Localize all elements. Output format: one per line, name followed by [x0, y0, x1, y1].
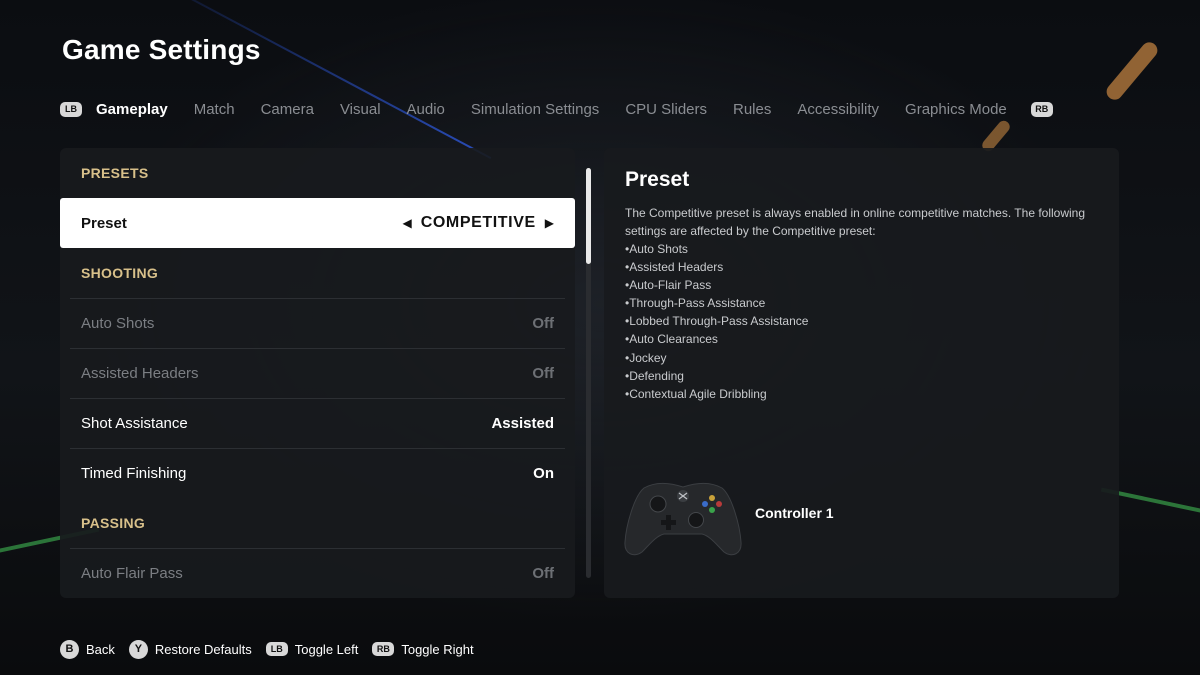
tab-rules[interactable]: Rules — [733, 101, 771, 118]
toggle-right-action[interactable]: RB Toggle Right — [372, 641, 474, 657]
toggle-left-action[interactable]: LB Toggle Left — [265, 641, 359, 657]
setting-info-panel: Preset The Competitive preset is always … — [604, 148, 1119, 598]
info-title: Preset — [625, 168, 690, 191]
y-button-icon: Y — [128, 639, 148, 659]
list-item: Contextual Agile Dribbling — [625, 385, 808, 403]
controller-icon — [624, 482, 742, 556]
affected-settings-list: Auto Shots Assisted Headers Auto-Flair P… — [625, 240, 808, 403]
settings-tabs: LB Gameplay Match Camera Visual Audio Si… — [60, 96, 1053, 122]
preset-value: COMPETITIVE — [420, 214, 536, 231]
tab-audio[interactable]: Audio — [407, 101, 445, 118]
section-header-presets: PRESETS — [81, 165, 149, 181]
setting-label: Preset — [81, 214, 127, 232]
controller-label: Controller 1 — [755, 505, 834, 521]
list-item: Auto-Flair Pass — [625, 276, 808, 294]
setting-label: Timed Finishing — [81, 465, 187, 482]
setting-value: Off — [532, 565, 554, 582]
rb-bumper-icon: RB — [372, 642, 395, 656]
lb-bumper-icon[interactable]: LB — [60, 101, 82, 117]
list-item: Through-Pass Assistance — [625, 294, 808, 312]
action-label: Toggle Right — [401, 641, 474, 657]
scrollbar-thumb[interactable] — [586, 168, 591, 264]
tab-camera[interactable]: Camera — [261, 101, 314, 118]
list-item: Auto Clearances — [625, 330, 808, 348]
list-item: Lobbed Through-Pass Assistance — [625, 312, 808, 330]
tab-simulation-settings[interactable]: Simulation Settings — [471, 101, 599, 118]
tab-visual[interactable]: Visual — [340, 101, 381, 118]
setting-label: Auto Shots — [81, 315, 155, 332]
tab-accessibility[interactable]: Accessibility — [797, 101, 879, 118]
settings-scrollbar[interactable] — [586, 168, 591, 578]
setting-row-timed-finishing[interactable]: Timed Finishing On — [70, 448, 565, 498]
setting-label: Assisted Headers — [81, 365, 199, 382]
preset-selector[interactable]: ◀ COMPETITIVE ▶ — [402, 214, 554, 232]
list-item: Defending — [625, 367, 808, 385]
list-item: Assisted Headers — [625, 258, 808, 276]
setting-value: Off — [532, 365, 554, 382]
action-label: Toggle Left — [294, 641, 359, 657]
setting-value: On — [533, 465, 554, 482]
setting-label: Shot Assistance — [81, 415, 188, 432]
setting-row-preset[interactable]: Preset ◀ COMPETITIVE ▶ — [60, 198, 575, 248]
page-title: Game Settings — [62, 34, 261, 65]
button-prompt-bar: B Back Y Restore Defaults LB Toggle Left… — [60, 638, 488, 660]
info-description: The Competitive preset is always enabled… — [625, 206, 1086, 238]
arrow-left-icon[interactable]: ◀ — [402, 216, 411, 230]
restore-defaults-action[interactable]: Y Restore Defaults — [128, 639, 252, 659]
tab-cpu-sliders[interactable]: CPU Sliders — [625, 101, 707, 118]
section-header-shooting: SHOOTING — [81, 265, 159, 281]
tab-match[interactable]: Match — [194, 101, 235, 118]
tab-graphics-mode[interactable]: Graphics Mode — [905, 101, 1007, 118]
action-label: Back — [86, 641, 115, 657]
back-action[interactable]: B Back — [60, 639, 115, 659]
arrow-right-icon[interactable]: ▶ — [545, 216, 554, 230]
setting-label: Auto Flair Pass — [81, 565, 183, 582]
setting-value: Off — [532, 315, 554, 332]
setting-row-shot-assistance[interactable]: Shot Assistance Assisted — [70, 398, 565, 448]
tab-gameplay[interactable]: Gameplay — [96, 101, 168, 118]
b-button-icon: B — [60, 639, 79, 659]
list-item: Auto Shots — [625, 240, 808, 258]
setting-row-assisted-headers[interactable]: Assisted Headers Off — [70, 348, 565, 398]
background-light-stripe — [119, 0, 492, 160]
setting-value: Assisted — [491, 415, 554, 432]
setting-row-auto-flair-pass[interactable]: Auto Flair Pass Off — [70, 548, 565, 598]
setting-row-auto-shots[interactable]: Auto Shots Off — [70, 298, 565, 348]
background-lamp — [1103, 39, 1161, 103]
section-header-passing: PASSING — [81, 515, 146, 531]
list-item: Jockey — [625, 349, 808, 367]
action-label: Restore Defaults — [154, 641, 252, 657]
rb-bumper-icon[interactable]: RB — [1030, 101, 1053, 117]
lb-bumper-icon: LB — [265, 642, 288, 656]
settings-list-panel: PRESETS Preset ◀ COMPETITIVE ▶ SHOOTING … — [60, 148, 575, 598]
